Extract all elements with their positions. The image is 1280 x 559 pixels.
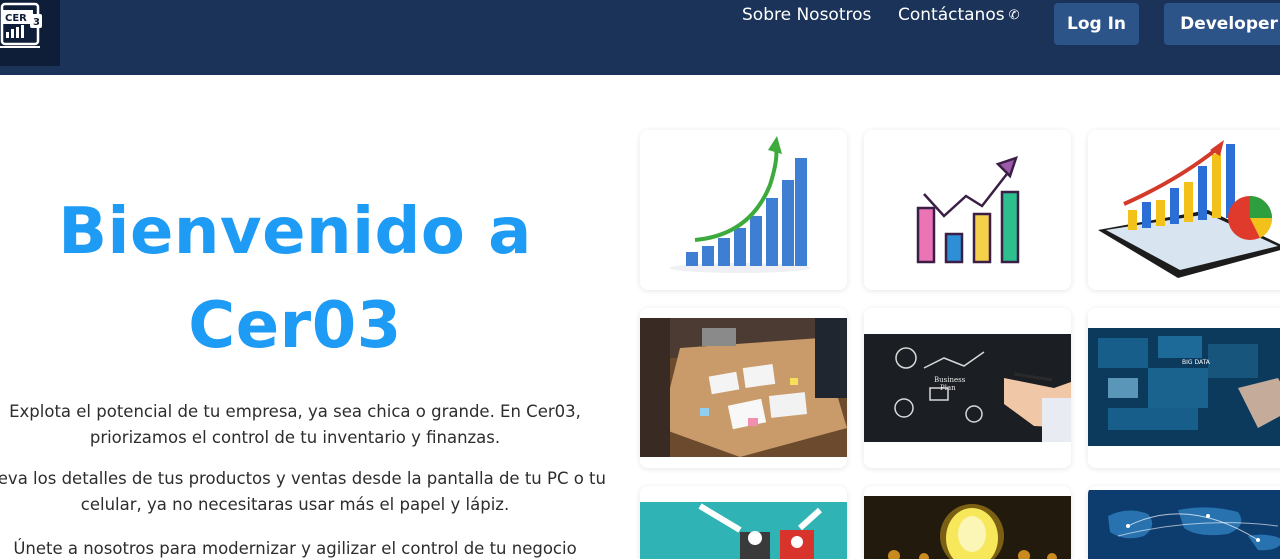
top-navbar: CER 3 Sobre Nosotros Contáctanos ✆ Log In… [0,0,1280,75]
gallery-image-growth-chart [640,130,847,290]
gallery-image-business-meeting [640,308,847,468]
gallery-image-world-map-network [1088,486,1280,559]
gallery-image-business-plan-sketch: Business Plan [864,308,1071,468]
growth-chart-illustration [640,130,847,290]
puzzle-teamwork-illustration [640,486,847,559]
hero-title: Bienvenido a Cer03 [0,185,590,373]
big-data-interface: BIG DATA [1088,308,1280,468]
logo-badge-text: 3 [33,17,40,28]
tablet-chart-illustration [1088,130,1280,290]
hero-title-line2: Cer03 [188,289,402,363]
bar-chart-illustration [864,130,1071,290]
nav-link-about[interactable]: Sobre Nosotros [742,5,871,25]
phone-icon: ✆ [1008,8,1020,23]
nav-link-contact[interactable]: Contáctanos ✆ [898,5,1020,25]
logo-text: CER [5,13,27,24]
developer-button[interactable]: Developer [1164,3,1280,45]
light-bulb-illustration [864,486,1071,559]
cer03-logo[interactable]: CER 3 [0,0,60,66]
hero-paragraph-2: Lleva los detalles de tus productos y ve… [0,469,606,514]
gallery-image-bar-chart-icon [864,130,1071,290]
gallery-image-tablet-chart [1088,130,1280,290]
login-button[interactable]: Log In [1054,3,1139,45]
gallery-image-big-data-interface: BIG DATA [1088,308,1280,468]
hero-paragraph-1: Explota el potencial de tu empresa, ya s… [9,402,581,447]
world-map-network [1088,486,1280,559]
nav-link-contact-label: Contáctanos [898,5,1005,25]
sketch-label-plan: Plan [940,384,956,392]
sketch-label-business: Business [934,376,966,384]
big-data-label: BIG DATA [1182,359,1211,366]
gallery-image-light-bulb [864,486,1071,559]
business-meeting-photo [640,308,847,468]
hero-title-line1: Bienvenido a [58,195,532,269]
hero-paragraph-3: Únete a nosotros para modernizar y agili… [13,539,577,558]
business-plan-sketch: Business Plan [864,308,1071,468]
gallery-image-puzzle-teamwork [640,486,847,559]
